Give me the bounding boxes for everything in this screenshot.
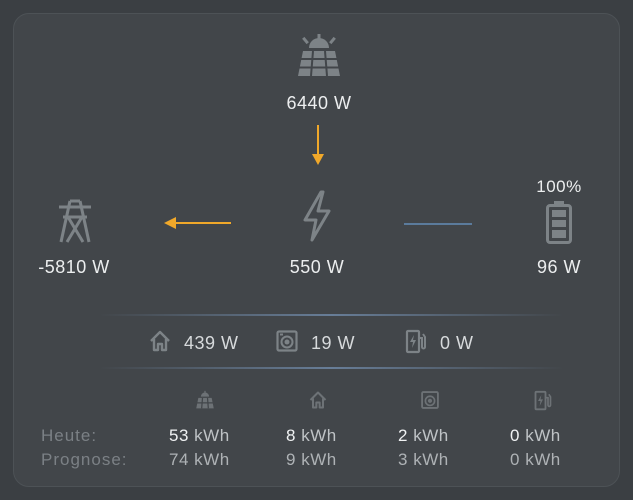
today-house: 8 kWh xyxy=(286,426,337,445)
divider-bottom xyxy=(99,367,564,369)
stats-solar-panel-icon xyxy=(195,390,215,415)
forecast-ev-charger: 0 kWh xyxy=(510,450,561,469)
forecast-house: 9 kWh xyxy=(286,450,337,469)
forecast-solar: 74 kWh xyxy=(169,450,230,469)
solar-panel-icon[interactable] xyxy=(295,32,343,80)
solar-value: 6440 W xyxy=(286,93,352,113)
stats-washing-machine-icon xyxy=(420,390,440,415)
today-washing-machine: 2 kWh xyxy=(398,426,449,445)
row-label-today: Heute: xyxy=(41,426,98,445)
battery-level: 100% xyxy=(536,177,582,196)
consumer-washing-machine-value: 19 W xyxy=(311,333,356,353)
energy-card: 6440 W -5810 W 550 W 100% 96 W 439 W 19 … xyxy=(13,13,620,487)
battery-value: 96 W xyxy=(536,257,581,277)
stats-ev-charger-icon xyxy=(533,390,553,417)
battery-flow-line xyxy=(404,223,472,225)
stats-house-icon xyxy=(308,390,328,415)
transmission-tower-icon[interactable] xyxy=(56,198,94,244)
house-icon xyxy=(148,329,172,358)
flow-arrow-home-to-grid xyxy=(164,217,231,229)
today-solar: 53 kWh xyxy=(169,426,230,445)
row-label-forecast: Prognose: xyxy=(41,450,128,469)
washing-machine-icon xyxy=(275,329,299,358)
divider-top xyxy=(99,314,564,316)
ev-charger-icon xyxy=(404,329,428,360)
consumer-ev-charger-value: 0 W xyxy=(440,333,474,353)
grid-value: -5810 W xyxy=(38,257,110,277)
forecast-washing-machine: 3 kWh xyxy=(398,450,449,469)
lightning-bolt-icon[interactable] xyxy=(301,190,333,242)
consumer-house-value: 439 W xyxy=(184,333,239,353)
today-ev-charger: 0 kWh xyxy=(510,426,561,445)
flow-arrow-solar-to-home xyxy=(312,125,324,165)
battery-full-icon[interactable] xyxy=(545,200,573,244)
home-value: 550 W xyxy=(289,257,345,277)
